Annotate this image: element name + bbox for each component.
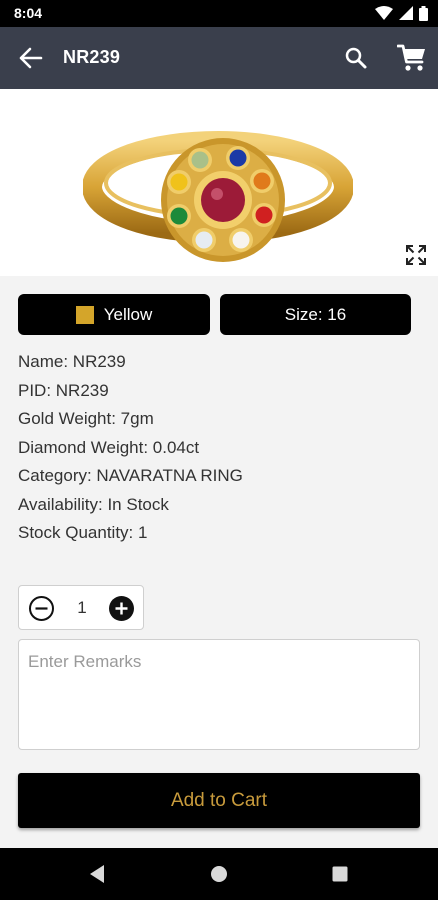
color-label: Yellow <box>103 304 153 324</box>
plus-circle-icon <box>109 596 134 621</box>
add-to-cart-button[interactable]: Add to Cart <box>18 773 420 828</box>
increase-quantity-button[interactable] <box>108 595 135 622</box>
app-bar: NR239 <box>0 27 438 89</box>
status-icons <box>375 5 428 21</box>
battery-icon <box>419 5 428 21</box>
add-to-cart-label: Add to Cart <box>170 789 268 811</box>
size-select-button[interactable]: Size: 16 <box>220 294 411 335</box>
page-title: NR239 <box>63 47 121 67</box>
detail-stock-quantity: Stock Quantity: 1 <box>18 523 148 542</box>
fullscreen-button[interactable] <box>404 243 428 267</box>
size-label: Size: 16 <box>284 304 347 324</box>
detail-availability: Availability: In Stock <box>18 494 169 514</box>
detail-name: Name: NR239 <box>18 352 126 371</box>
product-details: Name: NR239 PID: NR239 Gold Weight: 7gm … <box>18 350 243 550</box>
ring-product-image <box>83 131 353 262</box>
back-button[interactable] <box>18 46 44 70</box>
arrow-left-icon <box>19 47 43 69</box>
wifi-icon <box>375 6 393 20</box>
status-bar: 8:04 <box>0 0 438 27</box>
search-icon <box>345 47 367 69</box>
signal-icon <box>399 6 413 20</box>
remarks-input[interactable] <box>18 639 420 750</box>
nav-back-icon[interactable] <box>88 864 106 884</box>
detail-pid: PID: NR239 <box>18 380 109 400</box>
color-select-button[interactable]: Yellow <box>18 294 210 335</box>
nav-home-icon[interactable] <box>210 864 228 884</box>
detail-gold-weight: Gold Weight: 7gm <box>18 409 154 428</box>
search-button[interactable] <box>344 46 368 70</box>
color-swatch <box>75 305 94 324</box>
status-time: 8:04 <box>14 5 43 21</box>
nav-recents-icon[interactable] <box>331 864 349 884</box>
product-image-area <box>0 89 438 276</box>
cart-button[interactable] <box>396 43 427 73</box>
detail-diamond-weight: Diamond Weight: 0.04ct <box>18 437 200 457</box>
shopping-cart-icon <box>396 44 425 71</box>
fullscreen-icon <box>406 245 426 265</box>
detail-category: Category: NAVARATNA RING <box>18 466 243 485</box>
system-nav-bar <box>0 848 438 900</box>
quantity-stepper: 1 <box>18 585 144 630</box>
